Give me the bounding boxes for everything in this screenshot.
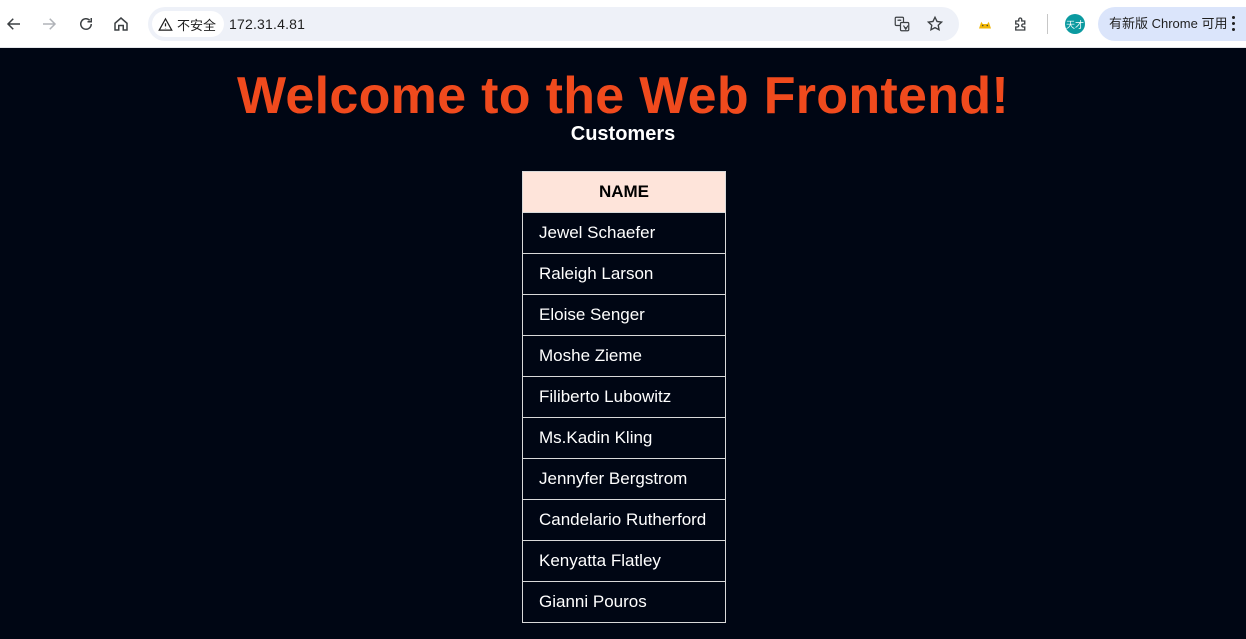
customer-name-cell: Jennyfer Bergstrom — [522, 458, 726, 500]
security-label: 不安全 — [177, 17, 217, 33]
customer-name-cell: Gianni Pouros — [522, 581, 726, 623]
update-label: 有新版 Chrome 可用 — [1109, 16, 1228, 31]
forward-icon — [43, 18, 57, 30]
table-row: Gianni Pouros — [522, 581, 726, 623]
security-chip[interactable]: 不安全 — [152, 11, 225, 37]
address-bar[interactable]: 不安全 172.31.4.81 — [148, 7, 959, 41]
table-row: Kenyatta Flatley — [522, 540, 726, 582]
table-row: Raleigh Larson — [522, 253, 726, 295]
warning-icon — [158, 17, 173, 31]
table-row: Ms.Kadin Kling — [522, 417, 726, 459]
page-title: Welcome to the Web Frontend! — [236, 67, 1010, 125]
customer-name-cell: Ms.Kadin Kling — [522, 417, 726, 459]
home-button[interactable] — [107, 10, 135, 38]
bookmark-button[interactable] — [923, 12, 947, 36]
column-header-name: NAME — [522, 171, 726, 213]
extensions-puzzle-icon — [1015, 17, 1026, 31]
translate-icon — [894, 16, 910, 32]
chrome-update-button[interactable]: 有新版 Chrome 可用 — [1098, 7, 1246, 41]
table-row: Filiberto Lubowitz — [522, 376, 726, 418]
home-icon — [114, 17, 128, 31]
translate-button[interactable] — [890, 12, 914, 36]
table-header-row: NAME — [522, 171, 726, 213]
section-title: Customers — [570, 123, 676, 145]
page-content: Welcome to the Web Frontend! Customers N… — [0, 48, 1246, 639]
browser-toolbar: 不安全 172.31.4.81 天才 有新版 Chrome 可用 — [0, 0, 1246, 48]
extension-cat-icon — [979, 21, 991, 29]
back-button[interactable] — [0, 10, 28, 38]
customer-name-cell: Eloise Senger — [522, 294, 726, 336]
table-row: Jewel Schaefer — [522, 212, 726, 254]
customer-name-cell: Raleigh Larson — [522, 253, 726, 295]
profile-avatar[interactable]: 天才 — [1065, 14, 1085, 34]
customer-name-cell: Moshe Zieme — [522, 335, 726, 377]
customer-name-cell: Candelario Rutherford — [522, 499, 726, 541]
menu-kebab-icon[interactable] — [1232, 16, 1236, 32]
customer-name-cell: Filiberto Lubowitz — [522, 376, 726, 418]
table-row: Moshe Zieme — [522, 335, 726, 377]
extensions-button[interactable] — [1007, 10, 1035, 38]
table-row: Jennyfer Bergstrom — [522, 458, 726, 500]
table-row: Candelario Rutherford — [522, 499, 726, 541]
reload-icon — [80, 18, 92, 30]
url-text[interactable]: 172.31.4.81 — [229, 7, 305, 41]
reload-button[interactable] — [72, 10, 100, 38]
toolbar-divider — [1047, 14, 1048, 34]
customer-name-cell: Kenyatta Flatley — [522, 540, 726, 582]
customers-table: NAME Jewel Schaefer Raleigh Larson Elois… — [522, 171, 726, 623]
extension-cat-button[interactable] — [971, 10, 999, 38]
back-icon — [6, 18, 20, 30]
forward-button[interactable] — [35, 10, 63, 38]
customer-name-cell: Jewel Schaefer — [522, 212, 726, 254]
table-row: Eloise Senger — [522, 294, 726, 336]
star-icon — [926, 15, 944, 32]
